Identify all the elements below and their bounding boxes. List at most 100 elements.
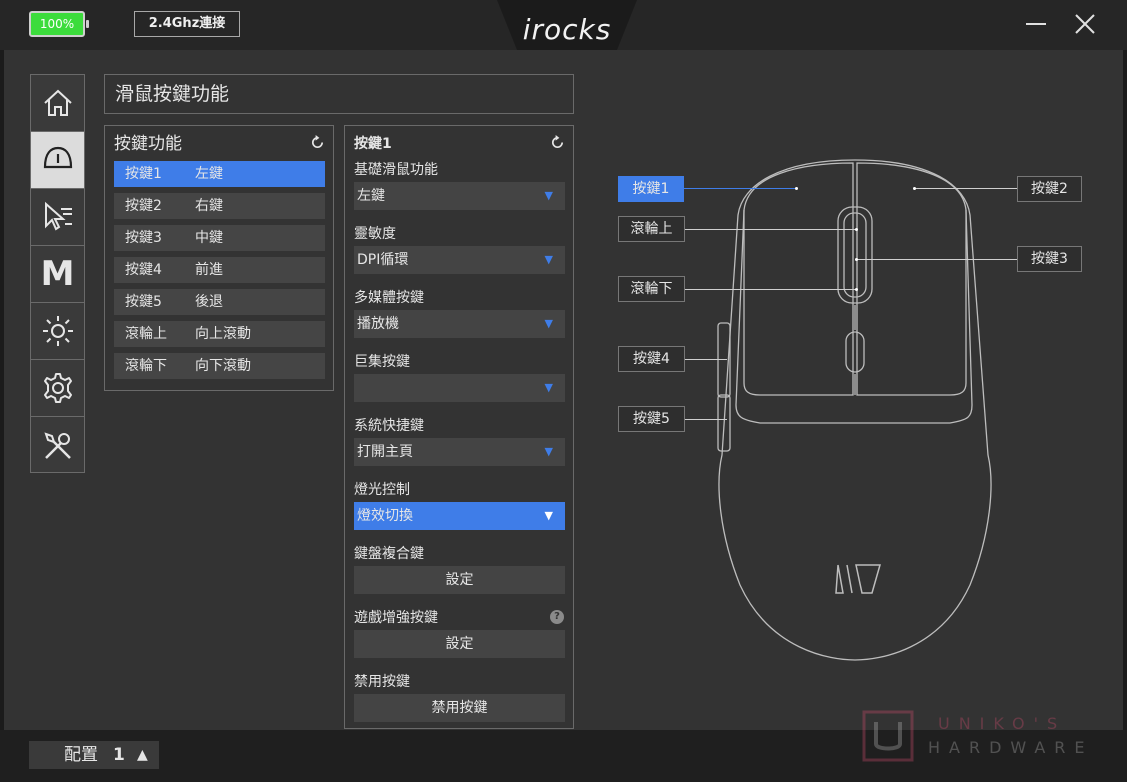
mouse-label-wheel-down[interactable]: 滾輪下 — [618, 276, 685, 302]
sidebar-item-tools[interactable] — [31, 417, 84, 474]
profile-selector[interactable]: 配置 1 ▲ — [29, 741, 159, 769]
media-select[interactable]: 播放機 ▼ — [354, 310, 565, 338]
mouse-icon — [43, 146, 72, 169]
sidebar-item-macro[interactable]: M — [31, 246, 84, 303]
dropdown-arrow-icon: ▼ — [544, 381, 553, 394]
dropdown-arrow-icon: ▼ — [544, 509, 553, 522]
key-value: 左鍵 — [195, 166, 223, 182]
disable-key-label: 禁用按鍵 — [354, 674, 410, 690]
leader-line — [856, 259, 1017, 260]
media-label: 多媒體按鍵 — [354, 290, 424, 306]
battery-indicator: 100% — [29, 11, 89, 37]
tools-icon — [43, 431, 71, 459]
sidebar-item-settings[interactable] — [31, 360, 84, 417]
home-icon — [43, 89, 72, 116]
gear-icon — [43, 373, 72, 403]
key-value: 向上滾動 — [195, 326, 251, 342]
basic-function-label: 基礎滑鼠功能 — [354, 162, 438, 178]
light-control-value: 燈效切換 — [357, 508, 413, 524]
key-value: 後退 — [195, 294, 223, 310]
leader-line — [685, 289, 856, 290]
connection-status: 2.4Ghz連接 — [134, 11, 240, 37]
leader-line — [685, 229, 856, 230]
leader-line — [684, 188, 796, 189]
sidebar-item-lighting[interactable] — [31, 303, 84, 360]
dropdown-arrow-icon: ▼ — [544, 317, 553, 330]
dropdown-arrow-icon: ▼ — [544, 189, 553, 202]
key-value: 前進 — [195, 262, 223, 278]
minimize-button[interactable] — [1022, 10, 1050, 38]
key-row-wheel-down[interactable]: 滾輪下 向下滾動 — [114, 353, 325, 379]
dpi-select[interactable]: DPI循環 ▼ — [354, 246, 565, 274]
key-value: 向下滾動 — [195, 358, 251, 374]
keyboard-combo-button[interactable]: 設定 — [354, 566, 565, 594]
function-panel: 按鍵1 基礎滑鼠功能 左鍵 ▼ 靈敏度 DPI循環 ▼ 多媒體按鍵 播放機 ▼ … — [344, 125, 574, 729]
key-row-button5[interactable]: 按鍵5 後退 — [114, 289, 325, 315]
key-row-button2[interactable]: 按鍵2 右鍵 — [114, 193, 325, 219]
dpi-value: DPI循環 — [357, 252, 409, 268]
pointer-speed-icon — [44, 201, 72, 231]
mouse-diagram — [717, 159, 992, 661]
macro-label: 巨集按鍵 — [354, 354, 410, 370]
dpi-label: 靈敏度 — [354, 226, 396, 242]
system-shortcut-value: 打開主頁 — [357, 444, 413, 460]
key-function-panel: 按鍵功能 按鍵1 左鍵 按鍵2 右鍵 按鍵3 中鍵 按鍵4 前進 按鍵5 後退 … — [104, 125, 334, 391]
sidebar-item-home[interactable] — [31, 75, 84, 132]
sidebar: M — [30, 74, 85, 473]
up-arrow-icon[interactable]: ▲ — [137, 741, 148, 769]
macro-icon: M — [40, 254, 75, 294]
key-row-button1[interactable]: 按鍵1 左鍵 — [114, 161, 325, 187]
key-name: 滾輪下 — [125, 358, 167, 374]
mouse-label-button4[interactable]: 按鍵4 — [618, 346, 685, 372]
profile-label: 配置 — [64, 745, 98, 765]
key-panel-title-text: 按鍵功能 — [114, 134, 182, 154]
watermark-line2: HARDWARE — [928, 738, 1094, 757]
disable-key-button[interactable]: 禁用按鍵 — [354, 694, 565, 722]
close-icon — [1075, 14, 1095, 34]
close-button[interactable] — [1071, 10, 1099, 38]
light-control-select[interactable]: 燈效切換 ▼ — [354, 502, 565, 530]
key-name: 按鍵1 — [125, 166, 162, 182]
profile-number: 1 — [113, 745, 125, 765]
sun-icon — [42, 316, 73, 346]
dropdown-arrow-icon: ▼ — [544, 445, 553, 458]
function-panel-title: 按鍵1 — [354, 136, 392, 152]
game-enhance-button[interactable]: 設定 — [354, 630, 565, 658]
basic-function-select[interactable]: 左鍵 ▼ — [354, 182, 565, 210]
leader-dot — [855, 258, 858, 261]
game-enhance-label: 遊戲增強按鍵 — [354, 610, 438, 626]
sidebar-item-mouse-buttons[interactable] — [31, 132, 84, 189]
key-row-button3[interactable]: 按鍵3 中鍵 — [114, 225, 325, 251]
leader-dot — [913, 187, 916, 190]
leader-line — [685, 359, 727, 360]
leader-dot — [795, 187, 798, 190]
brand-emblem-icon — [835, 564, 881, 594]
page-title: 滑鼠按鍵功能 — [104, 74, 574, 114]
sidebar-item-pointer[interactable] — [31, 189, 84, 246]
help-icon[interactable]: ? — [550, 610, 564, 624]
system-shortcut-label: 系統快捷鍵 — [354, 418, 424, 434]
key-panel-title: 按鍵功能 — [105, 126, 333, 160]
macro-select[interactable]: ▼ — [354, 374, 565, 402]
key-row-button4[interactable]: 按鍵4 前進 — [114, 257, 325, 283]
mouse-label-button2[interactable]: 按鍵2 — [1017, 176, 1082, 202]
key-value: 右鍵 — [195, 198, 223, 214]
mouse-label-wheel-up[interactable]: 滾輪上 — [618, 216, 685, 242]
key-name: 按鍵3 — [125, 230, 162, 246]
mouse-label-button1[interactable]: 按鍵1 — [618, 176, 684, 202]
key-row-wheel-up[interactable]: 滾輪上 向上滾動 — [114, 321, 325, 347]
media-value: 播放機 — [357, 316, 399, 332]
leader-line — [915, 188, 1017, 189]
mouse-label-button3[interactable]: 按鍵3 — [1017, 246, 1082, 272]
watermark-logo-icon — [862, 710, 914, 762]
reset-icon[interactable] — [310, 135, 325, 150]
system-shortcut-select[interactable]: 打開主頁 ▼ — [354, 438, 565, 466]
basic-function-value: 左鍵 — [357, 188, 385, 204]
key-name: 按鍵4 — [125, 262, 162, 278]
brand-logo: irocks — [522, 13, 612, 46]
mouse-label-button5[interactable]: 按鍵5 — [618, 406, 685, 432]
leader-dot — [855, 228, 858, 231]
key-name: 按鍵2 — [125, 198, 162, 214]
dropdown-arrow-icon: ▼ — [544, 253, 553, 266]
reset-icon[interactable] — [550, 135, 565, 150]
